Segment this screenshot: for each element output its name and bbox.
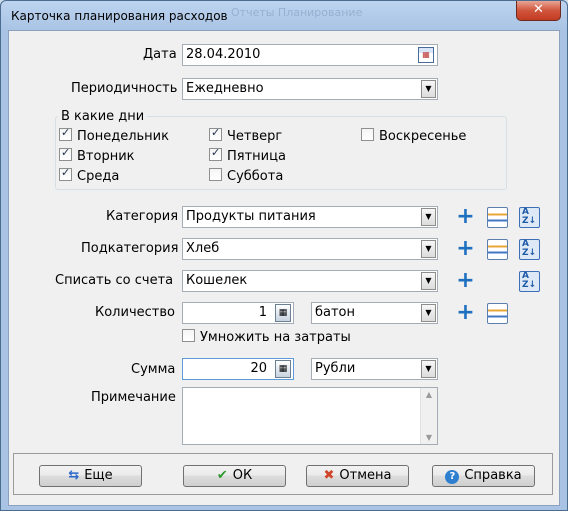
periodicity-value: Ежедневно bbox=[186, 81, 264, 96]
dialog-window: Карточка планирования расходов Отчеты Пл… bbox=[0, 0, 568, 511]
subcategory-select[interactable]: Хлеб ▼ bbox=[182, 238, 438, 260]
date-value: 28.04.2010 bbox=[186, 47, 261, 62]
periodicity-label: Периодичность bbox=[71, 81, 178, 96]
checkbox-box[interactable] bbox=[209, 168, 222, 181]
checkbox-saturday[interactable]: Суббота bbox=[209, 168, 283, 184]
cancel-button-label: Отмена bbox=[339, 468, 392, 483]
checkbox-label: Четверг bbox=[227, 129, 283, 144]
sum-value: 20 bbox=[250, 361, 267, 376]
swap-arrows-icon: ⇆ bbox=[68, 468, 80, 483]
button-bar: ⇆ Еще ✔ ОК ✖ Отмена ? Справка bbox=[13, 453, 553, 495]
subcategory-value: Хлеб bbox=[186, 241, 220, 256]
quantity-value: 1 bbox=[258, 305, 267, 320]
add-category-plus-icon[interactable]: + bbox=[455, 206, 476, 228]
currency-select[interactable]: Рубли ▼ bbox=[311, 358, 438, 380]
checkbox-tuesday[interactable]: Вторник bbox=[59, 146, 135, 164]
chevron-down-icon[interactable]: ▼ bbox=[421, 360, 436, 378]
ok-button[interactable]: ✔ ОК bbox=[183, 465, 286, 487]
subcategory-sort-az-icon[interactable]: A Z↓ bbox=[519, 239, 540, 260]
add-unit-plus-icon[interactable]: + bbox=[455, 302, 476, 324]
checkbox-box[interactable] bbox=[209, 126, 222, 141]
quantity-label: Количество bbox=[95, 305, 175, 320]
calendar-icon[interactable]: ▦ bbox=[418, 47, 434, 63]
currency-value: Рубли bbox=[315, 361, 356, 376]
checkbox-friday[interactable]: Пятница bbox=[209, 146, 286, 164]
window-title: Карточка планирования расходов bbox=[11, 9, 228, 23]
checkbox-label: Умножить на затраты bbox=[200, 330, 351, 345]
title-bar: Карточка планирования расходов Отчеты Пл… bbox=[1, 1, 567, 31]
checkbox-thursday[interactable]: Четверг bbox=[209, 126, 283, 144]
subcategory-list-table-icon[interactable] bbox=[487, 239, 508, 260]
chevron-down-icon[interactable]: ▼ bbox=[421, 304, 436, 322]
date-label: Дата bbox=[143, 47, 177, 62]
note-label: Примечание bbox=[91, 390, 176, 405]
cancel-button[interactable]: ✖ Отмена bbox=[306, 465, 409, 487]
checkbox-label: Воскресенье bbox=[379, 129, 467, 144]
category-value: Продукты питания bbox=[186, 209, 316, 224]
unit-value: батон bbox=[315, 305, 356, 320]
subcategory-label: Подкатегория bbox=[81, 241, 179, 256]
category-sort-az-icon[interactable]: A Z↓ bbox=[519, 207, 540, 228]
help-button-label: Справка bbox=[464, 468, 522, 483]
help-button[interactable]: ? Справка bbox=[432, 465, 535, 487]
more-button[interactable]: ⇆ Еще bbox=[39, 465, 142, 487]
checkbox-sunday[interactable]: Воскресенье bbox=[361, 128, 466, 144]
close-button[interactable]: ✕ bbox=[516, 1, 561, 21]
add-subcategory-plus-icon[interactable]: + bbox=[455, 238, 476, 260]
chevron-down-icon[interactable]: ▼ bbox=[421, 208, 436, 226]
category-select[interactable]: Продукты питания ▼ bbox=[182, 206, 438, 228]
checkbox-label: Суббота bbox=[227, 169, 284, 184]
ok-button-label: ОК bbox=[232, 468, 253, 483]
checkbox-box[interactable] bbox=[209, 146, 222, 161]
checkbox-box[interactable] bbox=[182, 329, 195, 342]
checkbox-wednesday[interactable]: Среда bbox=[59, 166, 120, 184]
checkbox-label: Вторник bbox=[77, 149, 135, 164]
checkbox-multiply[interactable]: Умножить на затраты bbox=[182, 329, 351, 345]
check-icon: ✔ bbox=[216, 468, 228, 483]
checkbox-box[interactable] bbox=[59, 126, 72, 141]
close-icon: ✖ bbox=[323, 468, 335, 483]
chevron-down-icon[interactable]: ▼ bbox=[421, 272, 436, 290]
chevron-down-icon[interactable]: ▼ bbox=[421, 240, 436, 258]
unit-list-table-icon[interactable] bbox=[487, 303, 508, 324]
days-group-title: В какие дни bbox=[58, 109, 148, 124]
unit-select[interactable]: батон ▼ bbox=[311, 302, 438, 324]
periodicity-select[interactable]: Ежедневно ▼ bbox=[182, 78, 438, 100]
quantity-calculator-icon[interactable]: ▦ bbox=[275, 304, 291, 322]
checkbox-box[interactable] bbox=[361, 128, 374, 141]
background-tabs: Отчеты Планирование bbox=[231, 6, 363, 19]
account-select[interactable]: Кошелек ▼ bbox=[182, 270, 438, 292]
checkbox-monday[interactable]: Понедельник bbox=[59, 126, 169, 144]
note-scrollbar[interactable]: ▲ ▼ bbox=[420, 388, 437, 444]
checkbox-box[interactable] bbox=[59, 166, 72, 181]
sum-label: Сумма bbox=[131, 362, 176, 377]
category-label: Категория bbox=[106, 209, 179, 224]
more-button-label: Еще bbox=[84, 468, 113, 483]
add-account-plus-icon[interactable]: + bbox=[455, 270, 476, 292]
checkbox-label: Пятница bbox=[227, 149, 286, 164]
checkbox-box[interactable] bbox=[59, 146, 72, 161]
account-value: Кошелек bbox=[186, 273, 248, 288]
checkbox-label: Понедельник bbox=[77, 129, 169, 144]
category-list-table-icon[interactable] bbox=[487, 207, 508, 228]
account-label: Списать со счета bbox=[55, 273, 174, 288]
checkbox-label: Среда bbox=[77, 169, 120, 184]
date-field[interactable]: 28.04.2010 ▦ bbox=[182, 44, 438, 66]
sum-calculator-icon[interactable]: ▦ bbox=[275, 360, 291, 378]
note-textarea[interactable]: ▲ ▼ bbox=[182, 387, 438, 445]
chevron-down-icon[interactable]: ▼ bbox=[421, 80, 436, 98]
account-sort-az-icon[interactable]: A Z↓ bbox=[519, 271, 540, 292]
help-icon: ? bbox=[445, 470, 460, 484]
dialog-client-area: Дата 28.04.2010 ▦ Периодичность Ежедневн… bbox=[8, 30, 560, 506]
